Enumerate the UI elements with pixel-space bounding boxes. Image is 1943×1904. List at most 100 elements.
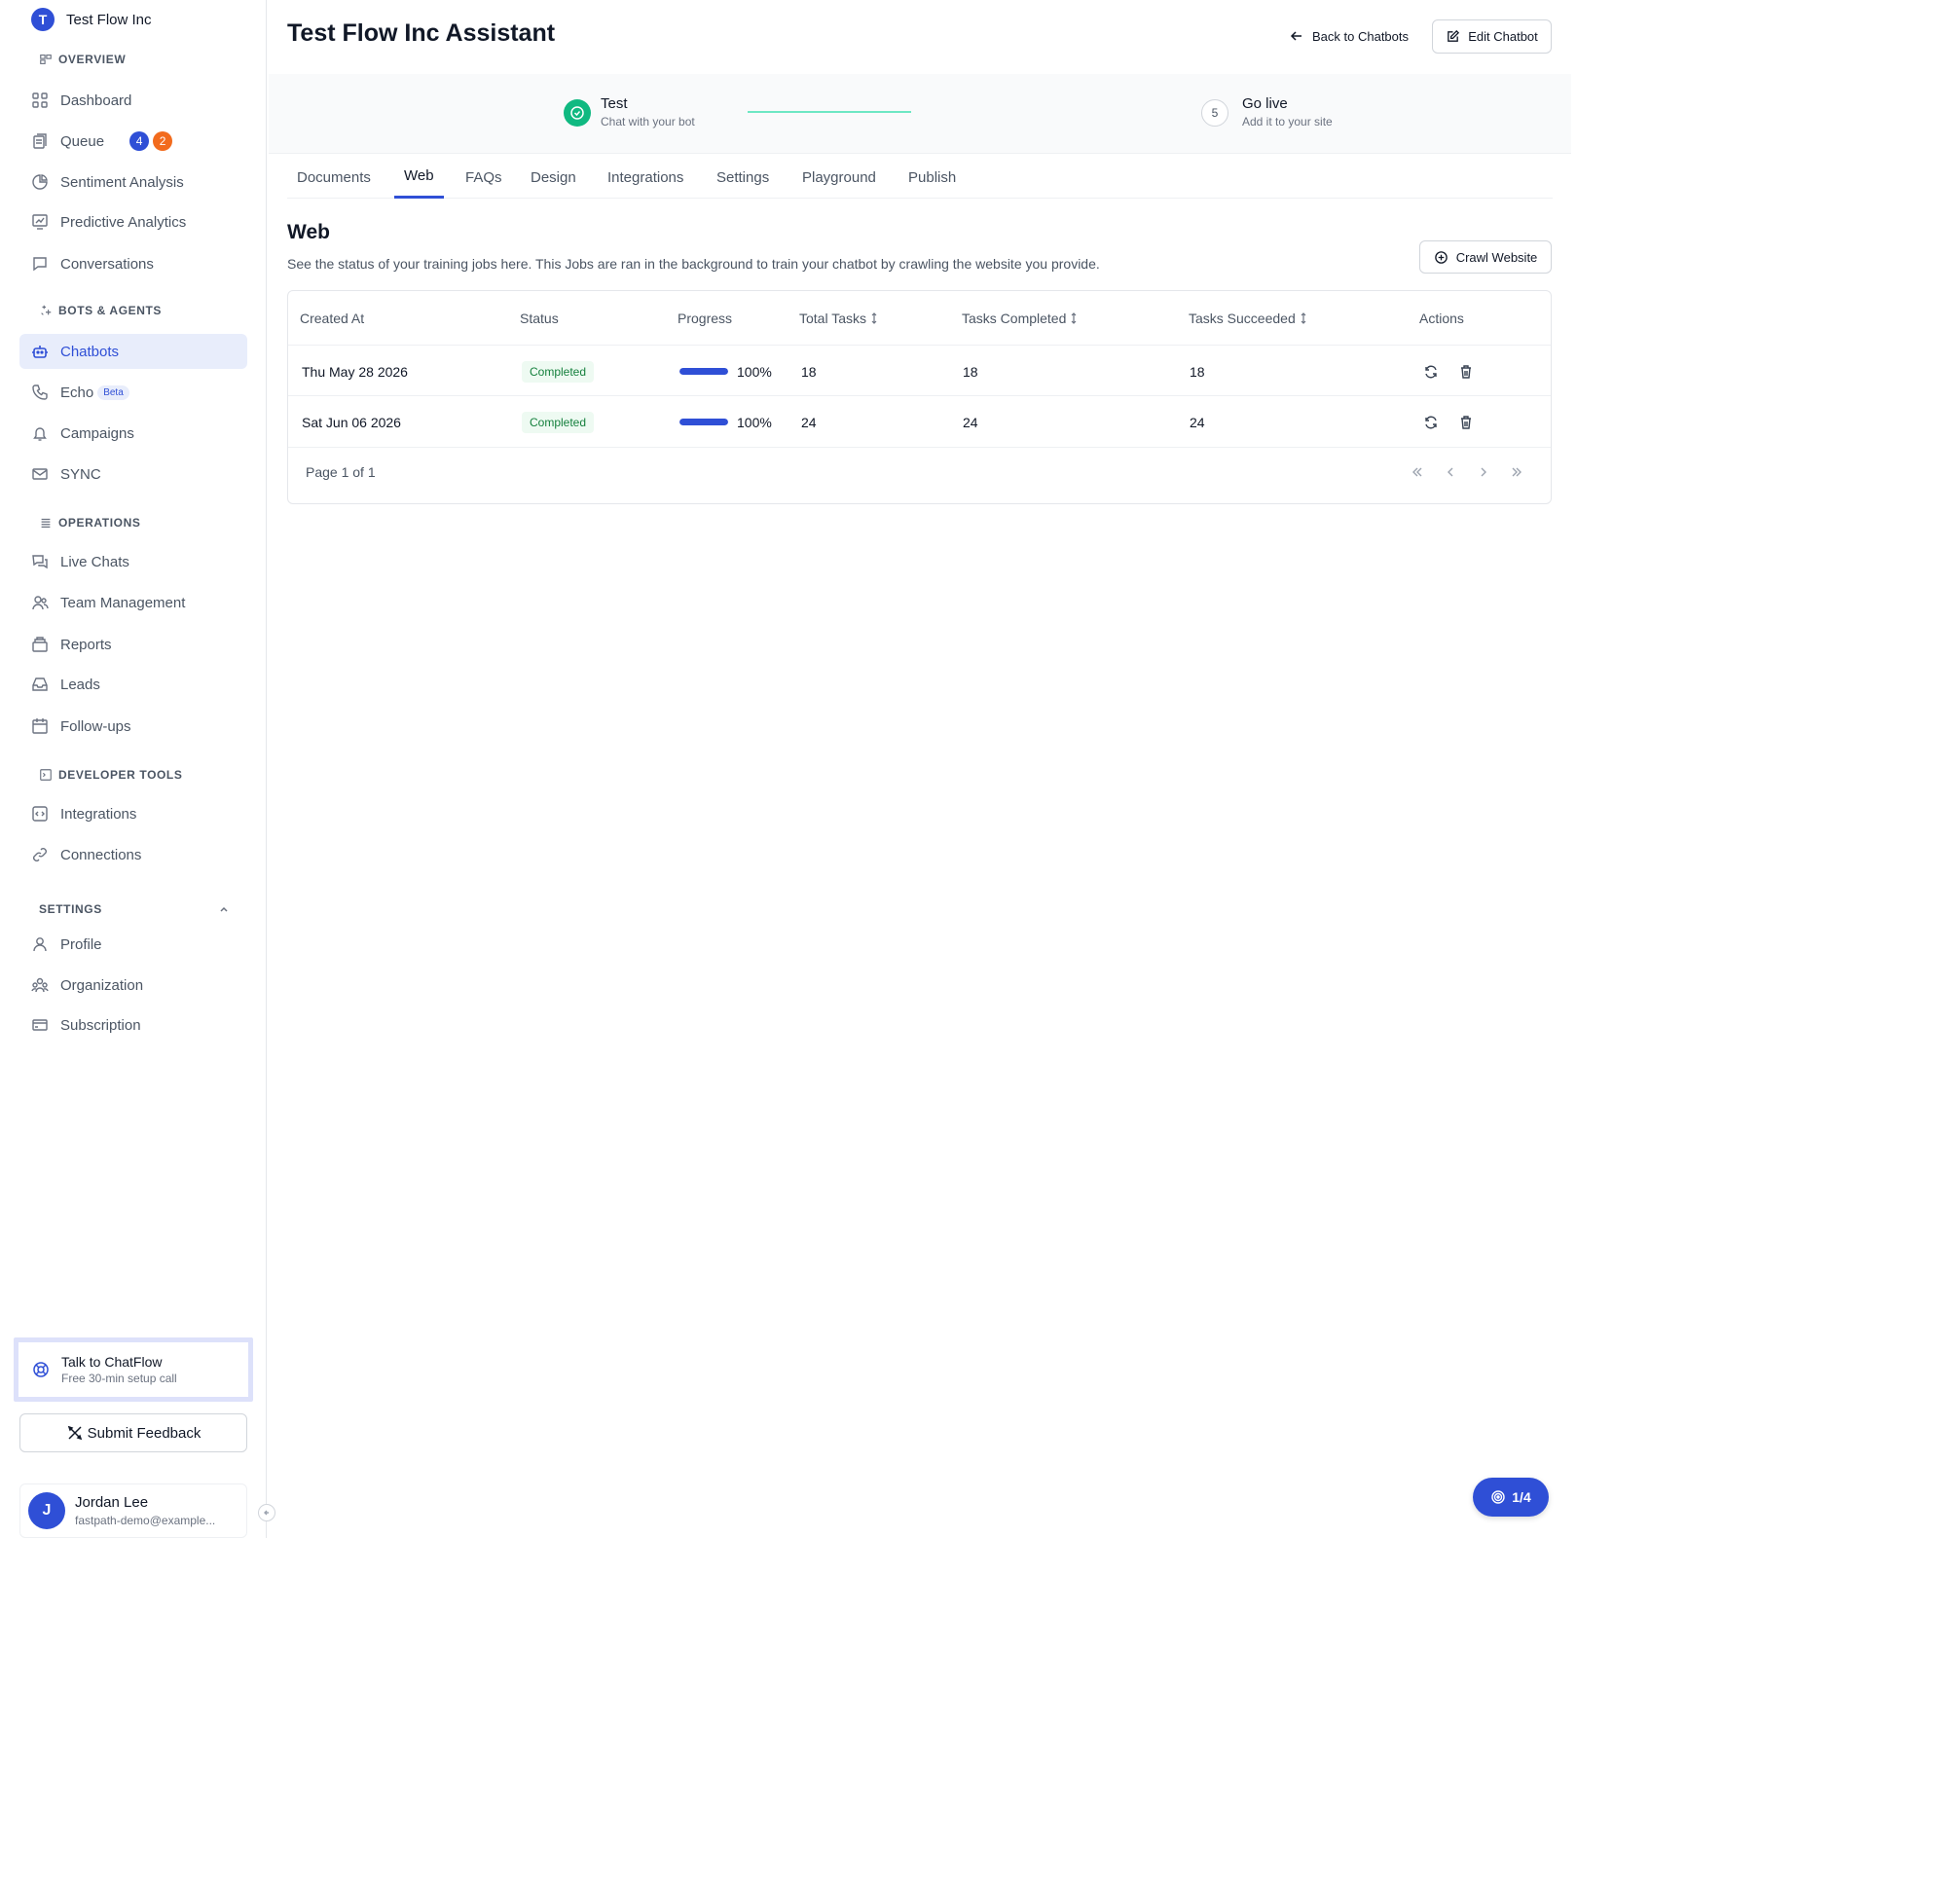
previous-page-button[interactable] <box>1441 462 1460 482</box>
tab-integrations[interactable]: Integrations <box>607 156 683 199</box>
sidebar-item-label: Conversations <box>60 255 154 273</box>
sidebar-item-echo[interactable]: Echo Beta <box>19 375 247 410</box>
overview-icon <box>40 55 52 64</box>
table-row: Thu May 28 2026 Completed 100% 18 18 18 <box>288 345 1551 396</box>
sidebar-item-sentiment[interactable]: Sentiment Analysis <box>19 165 247 200</box>
talk-title: Talk to ChatFlow <box>61 1354 163 1370</box>
next-page-button[interactable] <box>1474 462 1493 482</box>
sidebar-item-organization[interactable]: Organization <box>19 968 247 1003</box>
sidebar-item-predictive[interactable]: Predictive Analytics <box>19 204 247 239</box>
onboarding-progress-button[interactable]: 1/4 <box>1473 1478 1549 1517</box>
sort-icon <box>871 312 877 324</box>
sidebar-item-label: Chatbots <box>60 343 120 360</box>
cell-succeeded: 24 <box>1190 414 1205 430</box>
trash-icon[interactable] <box>1458 364 1474 380</box>
phone-icon <box>32 384 48 400</box>
cell-completed: 24 <box>963 414 978 430</box>
table-row: Sat Jun 06 2026 Completed 100% 24 24 24 <box>288 396 1551 448</box>
chevrons-left-icon <box>1412 467 1422 477</box>
sidebar-item-label: Live Chats <box>60 553 129 570</box>
submit-feedback-button[interactable]: Submit Feedback <box>19 1413 247 1452</box>
status-badge: Completed <box>522 360 595 383</box>
header-created-label: Created At <box>300 311 365 326</box>
step-test-indicator <box>564 99 591 127</box>
tab-publish[interactable]: Publish <box>908 156 956 199</box>
step-test-title: Test <box>601 95 628 112</box>
trend-chart-icon <box>32 214 48 230</box>
tab-settings[interactable]: Settings <box>716 156 769 199</box>
sidebar-item-campaigns[interactable]: Campaigns <box>19 416 247 451</box>
collapse-sidebar-button[interactable] <box>258 1504 275 1521</box>
step-live-number: 5 <box>1201 99 1228 127</box>
sidebar-item-team[interactable]: Team Management <box>19 585 247 620</box>
step-live-subtitle: Add it to your site <box>1242 115 1333 128</box>
section-settings[interactable]: SETTINGS <box>39 899 230 919</box>
section-bots-label: BOTS & AGENTS <box>58 304 163 317</box>
sidebar-item-label: Profile <box>60 935 102 953</box>
header-tasks-completed[interactable]: Tasks Completed <box>962 311 1078 326</box>
section-operations-label: OPERATIONS <box>58 516 141 530</box>
edit-icon <box>1448 29 1460 42</box>
crawl-website-button[interactable]: Crawl Website <box>1419 240 1552 274</box>
header-completed-label: Tasks Completed <box>962 311 1067 326</box>
terminal-icon <box>40 769 52 781</box>
edit-chatbot-button[interactable]: Edit Chatbot <box>1432 19 1552 54</box>
org-avatar: T <box>31 8 55 31</box>
header-progress-label: Progress <box>678 311 733 326</box>
link-icon <box>33 848 47 861</box>
queue-badge-orange: 2 <box>153 131 173 151</box>
organization-icon <box>31 977 49 993</box>
sidebar-item-queue[interactable]: Queue 4 2 <box>19 124 247 159</box>
talk-subtitle: Free 30-min setup call <box>61 1372 177 1385</box>
cell-created: Sat Jun 06 2026 <box>302 414 401 430</box>
tab-design[interactable]: Design <box>531 156 576 199</box>
sidebar-item-conversations[interactable]: Conversations <box>19 246 247 281</box>
trash-icon[interactable] <box>1458 415 1474 430</box>
section-overview: OVERVIEW <box>39 50 126 69</box>
tab-documents[interactable]: Documents <box>297 156 371 199</box>
sidebar-item-label: Campaigns <box>60 424 134 442</box>
sidebar-item-label: Team Management <box>60 594 186 611</box>
sidebar-item-subscription[interactable]: Subscription <box>19 1007 247 1043</box>
tab-web[interactable]: Web <box>394 156 444 199</box>
sidebar-item-connections[interactable]: Connections <box>19 837 247 872</box>
step-connector <box>748 111 911 113</box>
header-actions-label: Actions <box>1419 311 1464 326</box>
refresh-icon[interactable] <box>1423 415 1439 430</box>
chat-bubble-icon <box>33 257 47 272</box>
sidebar-item-reports[interactable]: Reports <box>19 627 247 662</box>
queue-badge-blue: 4 <box>129 131 150 151</box>
sidebar-item-live-chats[interactable]: Live Chats <box>19 544 247 579</box>
sidebar-item-dashboard[interactable]: Dashboard <box>19 83 247 118</box>
cell-progress: 100% <box>679 346 772 397</box>
back-to-chatbots-link[interactable]: Back to Chatbots <box>1289 24 1409 48</box>
pagination-status: Page 1 of 1 <box>306 464 376 480</box>
org-switcher[interactable]: T Test Flow Inc <box>31 8 152 31</box>
header-status: Status <box>520 311 559 326</box>
arrow-left-circle-icon <box>264 1510 269 1516</box>
header-total-label: Total Tasks <box>799 311 866 326</box>
header-tasks-succeeded[interactable]: Tasks Succeeded <box>1189 311 1307 326</box>
chevrons-right-icon <box>1512 467 1521 477</box>
user-menu[interactable]: J Jordan Lee fastpath-demo@example... <box>19 1483 247 1538</box>
refresh-icon[interactable] <box>1423 364 1439 380</box>
user-icon <box>33 937 47 952</box>
beta-badge: Beta <box>97 384 129 400</box>
header-total-tasks[interactable]: Total Tasks <box>799 311 878 326</box>
sidebar-item-profile[interactable]: Profile <box>19 927 247 962</box>
sidebar-item-leads[interactable]: Leads <box>19 667 247 702</box>
sidebar-item-integrations[interactable]: Integrations <box>19 796 247 831</box>
last-page-button[interactable] <box>1507 462 1526 482</box>
sidebar-item-sync[interactable]: SYNC <box>19 457 247 492</box>
tab-playground[interactable]: Playground <box>802 156 876 199</box>
inbox-icon <box>32 677 48 691</box>
sidebar-item-followups[interactable]: Follow-ups <box>19 709 247 744</box>
talk-to-chatflow-card[interactable]: Talk to ChatFlow Free 30-min setup call <box>14 1337 253 1402</box>
cell-actions <box>1423 396 1474 448</box>
sidebar-item-chatbots[interactable]: Chatbots <box>19 334 247 369</box>
sidebar-item-label: Predictive Analytics <box>60 213 187 231</box>
first-page-button[interactable] <box>1408 462 1427 482</box>
onboarding-progress-label: 1/4 <box>1512 1489 1531 1505</box>
tab-faqs[interactable]: FAQs <box>465 156 502 199</box>
org-name: Test Flow Inc <box>66 11 152 28</box>
